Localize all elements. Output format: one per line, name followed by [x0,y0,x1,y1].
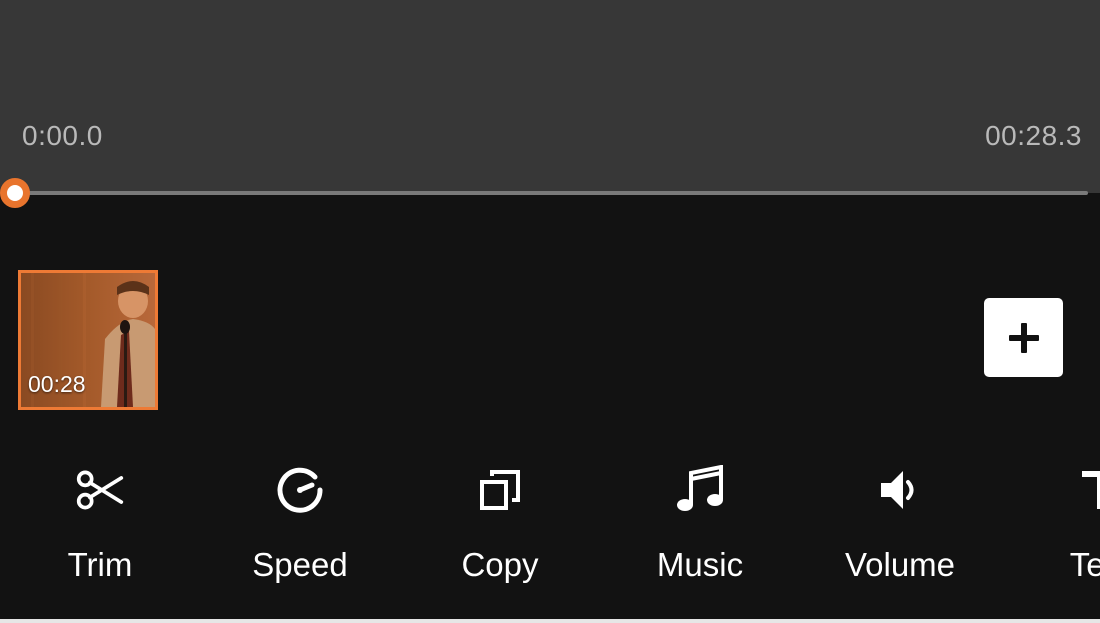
bottom-divider [0,619,1100,623]
scrubber-track[interactable] [14,191,1088,195]
playback-scrubber[interactable] [0,176,1100,210]
music-button[interactable]: Music [600,450,800,620]
plus-icon [1008,322,1039,353]
speedometer-icon [277,467,323,513]
volume-label: Volume [844,546,956,583]
clip-duration-label: 00:28 [28,371,86,397]
copy-button[interactable]: Copy [400,450,600,620]
text-button[interactable]: Text [1000,450,1100,620]
video-preview-area[interactable]: 0:00.0 00:28.3 [0,0,1100,193]
text-label: Text [1069,546,1100,583]
total-duration-label: 00:28.3 [985,120,1082,151]
speed-button[interactable]: Speed [200,450,400,620]
add-clip-button[interactable] [984,298,1063,377]
music-note-icon [677,465,723,511]
scrubber-handle[interactable] [0,178,30,208]
copy-icon [480,470,520,510]
copy-label: Copy [461,546,539,583]
current-time-label: 0:00.0 [22,120,103,151]
speed-label: Speed [252,546,348,583]
music-label: Music [656,546,744,583]
trim-button[interactable]: Trim [0,450,200,620]
timeline-clip[interactable]: 00:28 [18,270,158,410]
text-icon [1082,471,1100,509]
editing-toolbar: Trim Speed Copy Music Volume Te [0,450,1100,620]
trim-label: Trim [67,546,133,583]
volume-icon [881,471,914,509]
volume-button[interactable]: Volume [800,450,1000,620]
scissors-icon [76,470,124,510]
